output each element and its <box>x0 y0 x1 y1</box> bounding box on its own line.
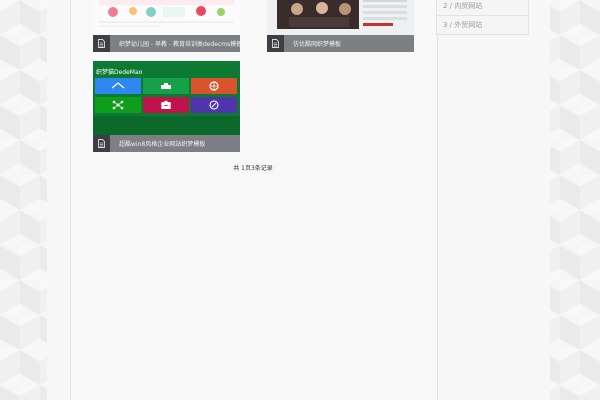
template-thumbnail[interactable] <box>93 0 240 35</box>
main-content <box>70 0 438 400</box>
pagination-info: 共 1页3条记录 <box>233 165 273 172</box>
metro-tile <box>95 78 141 94</box>
metro-tile <box>191 78 237 94</box>
sidebar-item-foreign-trade[interactable]: 3 / 外贸网站 <box>436 16 529 35</box>
metro-tile <box>143 97 189 113</box>
category-sidebar: 2 / 内贸网站 3 / 外贸网站 <box>436 0 529 35</box>
document-icon <box>93 35 110 52</box>
card-title[interactable]: 超酷win8风格企业网站织梦模板 <box>110 139 205 148</box>
thumbnail-site-title: 织梦猫DedeMao <box>96 69 143 76</box>
sidebar-item-domestic-trade[interactable]: 2 / 内贸网站 <box>436 0 529 16</box>
template-thumbnail[interactable]: 织梦猫DedeMao <box>93 61 240 135</box>
template-card[interactable]: 织梦猫DedeMao 超酷win8风格企业网站织梦模板 <box>93 61 240 152</box>
card-caption[interactable]: 仿优酷网织梦模板 <box>267 35 414 52</box>
thumbnail-footer-band <box>93 116 240 135</box>
document-icon <box>267 35 284 52</box>
card-caption[interactable]: 超酷win8风格企业网站织梦模板 <box>93 135 240 152</box>
card-title[interactable]: 织梦幼儿园 - 早教 - 教育培训类dedecms模板 <box>110 39 240 48</box>
template-card[interactable]: 仿优酷网织梦模板 <box>267 0 414 52</box>
document-icon <box>93 135 110 152</box>
card-title[interactable]: 仿优酷网织梦模板 <box>284 39 341 48</box>
metro-tile <box>143 78 189 94</box>
template-card[interactable]: 织梦幼儿园 - 早教 - 教育培训类dedecms模板 <box>93 0 240 52</box>
metro-tile <box>95 97 141 113</box>
template-thumbnail[interactable] <box>267 0 414 35</box>
thumbnail-graphic <box>93 0 240 35</box>
thumbnail-graphic <box>267 0 414 35</box>
metro-tile <box>191 97 237 113</box>
card-caption[interactable]: 织梦幼儿园 - 早教 - 教育培训类dedecms模板 <box>93 35 240 52</box>
